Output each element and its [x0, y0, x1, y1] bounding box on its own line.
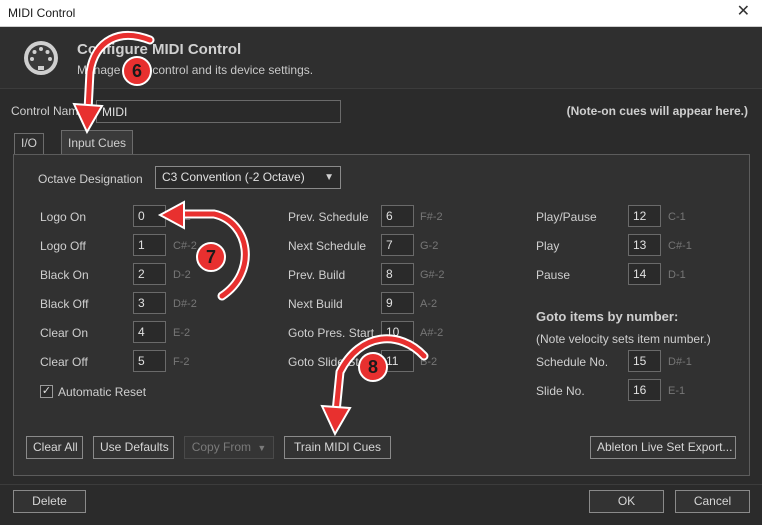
window-title: MIDI Control	[8, 6, 76, 20]
automatic-reset-label: Automatic Reset	[58, 385, 147, 399]
cue-label-prev-schedule: Prev. Schedule	[288, 210, 369, 224]
cue-note-prev-build: G#-2	[420, 269, 445, 281]
cue-input-play[interactable]	[628, 234, 661, 256]
cue-label-clear-on: Clear On	[40, 326, 89, 340]
chevron-down-icon: ▼	[257, 443, 267, 453]
cue-note-schedule-no: D#-1	[668, 356, 692, 368]
cue-label-goto-pres-start: Goto Pres. Start	[288, 326, 375, 340]
cue-input-black-off[interactable]	[133, 292, 166, 314]
cue-input-prev-build[interactable]	[381, 263, 414, 285]
cue-label-next-schedule: Next Schedule	[288, 239, 367, 253]
cue-label-pause: Pause	[536, 268, 571, 282]
cue-label-black-off: Black Off	[40, 297, 89, 311]
cue-label-schedule-no: Schedule No.	[536, 355, 609, 369]
cue-note-play: C#-1	[668, 240, 692, 252]
close-icon[interactable]: ✕	[737, 3, 750, 21]
footer-divider	[0, 484, 762, 485]
cue-label-play: Play	[536, 239, 560, 253]
cue-input-logo-on[interactable]	[133, 205, 166, 227]
cue-note-black-on: D-2	[173, 269, 191, 281]
cue-input-clear-off[interactable]	[133, 350, 166, 372]
cue-input-black-on[interactable]	[133, 263, 166, 285]
cue-input-prev-schedule[interactable]	[381, 205, 414, 227]
cue-note-next-build: A-2	[420, 298, 438, 310]
tab-input-cues[interactable]: Input Cues	[61, 130, 134, 154]
cue-note-black-off: D#-2	[173, 298, 197, 310]
ableton-live-set-export-button[interactable]: Ableton Live Set Export...	[590, 436, 736, 459]
copy-from-button[interactable]: Copy From ▼	[184, 436, 274, 459]
annotation-badge-7: 7	[196, 242, 226, 272]
cue-note-play-pause: C-1	[668, 211, 686, 223]
octave-designation-label: Octave Designation	[38, 172, 143, 186]
tab-io[interactable]: I/O	[14, 133, 45, 154]
cue-note-clear-off: F-2	[173, 356, 190, 368]
cue-input-next-schedule[interactable]	[381, 234, 414, 256]
cue-label-logo-off: Logo Off	[40, 239, 86, 253]
cue-label-next-build: Next Build	[288, 297, 343, 311]
cue-input-slide-no[interactable]	[628, 379, 661, 401]
goto-heading: Goto items by number:	[536, 309, 679, 324]
cue-input-next-build[interactable]	[381, 292, 414, 314]
octave-designation-select[interactable]: C3 Convention (-2 Octave) ▼	[155, 166, 341, 189]
use-defaults-button[interactable]: Use Defaults	[93, 436, 174, 459]
cue-note-prev-schedule: F#-2	[420, 211, 443, 223]
cue-label-play-pause: Play/Pause	[536, 210, 597, 224]
dialog-header: Configure MIDI Control Manage MIDI contr…	[0, 27, 762, 89]
cue-label-black-on: Black On	[40, 268, 89, 282]
ok-button[interactable]: OK	[589, 490, 664, 513]
cue-note-logo-off: C#-2	[173, 240, 197, 252]
cue-note-pause: D-1	[668, 269, 686, 281]
cue-input-pause[interactable]	[628, 263, 661, 285]
cue-label-logo-on: Logo On	[40, 210, 87, 224]
cancel-button[interactable]: Cancel	[675, 490, 750, 513]
midi-din-connector-icon	[24, 41, 58, 75]
cue-input-clear-on[interactable]	[133, 321, 166, 343]
cue-note-next-schedule: G-2	[420, 240, 439, 252]
cue-note-goto-slide-start: B-2	[420, 356, 438, 368]
delete-button[interactable]: Delete	[13, 490, 86, 513]
cue-input-play-pause[interactable]	[628, 205, 661, 227]
cue-label-clear-off: Clear Off	[40, 355, 88, 369]
annotation-badge-8: 8	[358, 352, 388, 382]
cue-label-prev-build: Prev. Build	[288, 268, 346, 282]
chevron-down-icon: ▼	[324, 172, 334, 183]
cue-note-goto-pres-start: A#-2	[420, 327, 444, 339]
cue-note-logo-on: C-2	[173, 211, 191, 223]
annotation-badge-6: 6	[122, 56, 152, 86]
cue-input-goto-pres-start[interactable]	[381, 321, 414, 343]
cue-note-slide-no: E-1	[668, 385, 686, 397]
cue-input-logo-off[interactable]	[133, 234, 166, 256]
control-name-input[interactable]	[96, 100, 341, 123]
note-on-hint: (Note-on cues will appear here.)	[566, 104, 748, 118]
cue-input-schedule-no[interactable]	[628, 350, 661, 372]
goto-subheading: (Note velocity sets item number.)	[536, 332, 711, 346]
octave-designation-value: C3 Convention (-2 Octave)	[162, 170, 305, 184]
cue-label-slide-no: Slide No.	[536, 384, 585, 398]
clear-all-button[interactable]: Clear All	[26, 436, 83, 459]
title-bar: MIDI Control ✕	[0, 0, 762, 27]
header-subtitle: Manage MIDI control and its device setti…	[77, 63, 314, 77]
control-name-label: Control Name	[11, 104, 86, 118]
automatic-reset-checkbox[interactable]: ✓	[40, 385, 53, 398]
cue-note-clear-on: E-2	[173, 327, 191, 339]
copy-from-label: Copy From	[191, 440, 252, 454]
train-midi-cues-button[interactable]: Train MIDI Cues	[284, 436, 391, 459]
header-title: Configure MIDI Control	[77, 41, 242, 58]
